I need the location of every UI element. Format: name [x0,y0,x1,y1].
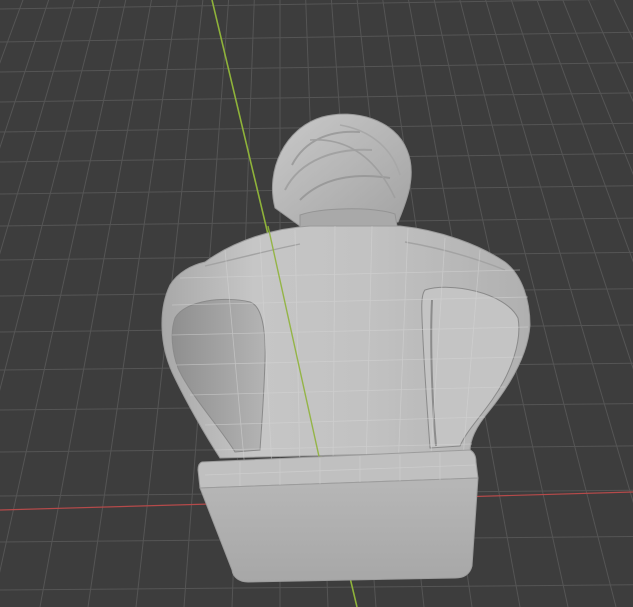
3d-viewport[interactable] [0,0,633,607]
head [271,113,412,237]
left-arm-hole [171,298,266,453]
viewport-canvas[interactable] [0,0,633,607]
pedestal [197,449,479,583]
